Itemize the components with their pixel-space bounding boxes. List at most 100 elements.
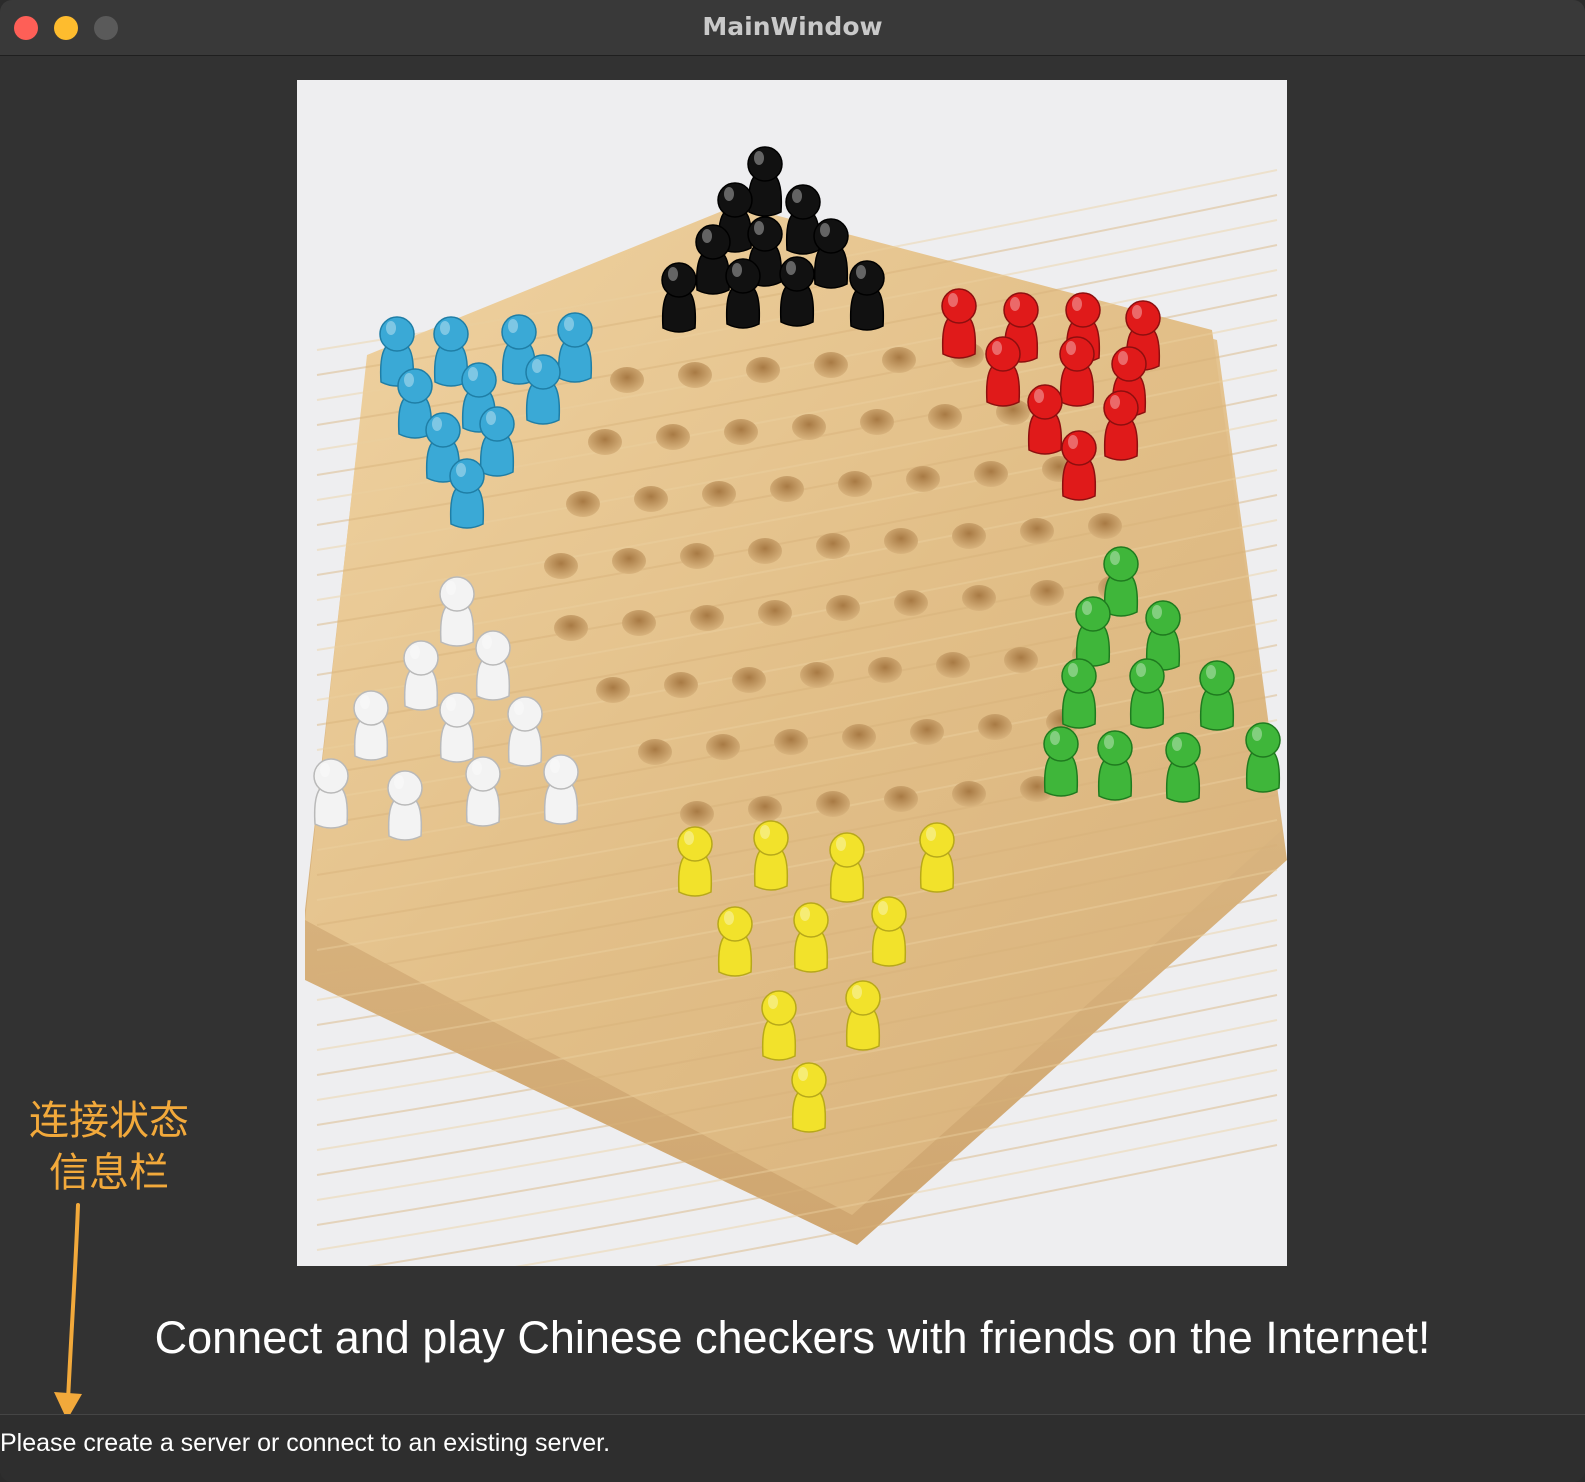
peg [507,696,543,767]
peg [849,260,885,331]
checkers-board-illustration [297,80,1287,1266]
peg [439,576,475,647]
peg [793,902,829,973]
peg [479,406,515,477]
peg [785,184,821,255]
peg [1075,596,1111,667]
peg [1129,658,1165,729]
board-hole [1004,647,1038,673]
status-message: Please create a server or connect to an … [0,1429,611,1457]
board-hole [906,466,940,492]
peg [403,640,439,711]
peg [725,258,761,329]
board-hole [936,652,970,678]
board-hole [680,801,714,827]
peg [779,256,815,327]
board-hole [894,590,928,616]
peg [941,288,977,359]
board-hole [1030,580,1064,606]
board-hole [816,533,850,559]
peg [717,906,753,977]
peg [791,1062,827,1133]
peg [985,336,1021,407]
board-hole [554,615,588,641]
annotation-line-2: 信息栏 [49,1150,169,1196]
board-hole [816,791,850,817]
peg [1059,336,1095,407]
status-bar: Please create a server or connect to an … [0,1414,1585,1482]
peg [387,770,423,841]
board-hole [814,352,848,378]
peg [761,990,797,1061]
peg [747,146,783,217]
peg [1245,722,1281,793]
board-hole [978,714,1012,740]
board-hole [860,409,894,435]
peg [439,692,475,763]
board-hole [758,600,792,626]
title-bar: MainWindow [0,0,1585,56]
board-hole [656,424,690,450]
board-hole [770,476,804,502]
board-hole [838,471,872,497]
window-title: MainWindow [702,12,883,41]
peg [829,832,865,903]
board-hole [748,796,782,822]
peg [1061,658,1097,729]
board-hole [706,734,740,760]
board-hole [588,429,622,455]
peg [557,312,593,383]
board-hole [826,595,860,621]
board-hole [724,419,758,445]
board-hole [634,486,668,512]
peg [1043,726,1079,797]
peg [1061,430,1097,501]
peg [871,896,907,967]
board-hole [882,347,916,373]
board-hole [868,657,902,683]
board-hole [746,357,780,383]
board-hole [884,528,918,554]
board-hole [952,523,986,549]
board-hole [638,739,672,765]
board-image [297,80,1287,1266]
board-hole [748,538,782,564]
peg [449,458,485,529]
board-hole [884,786,918,812]
peg [661,262,697,333]
board-hole [910,719,944,745]
board-hole [702,481,736,507]
peg [525,354,561,425]
board-hole [792,414,826,440]
board-hole [974,461,1008,487]
peg [753,820,789,891]
board-hole [680,543,714,569]
board-hole [612,548,646,574]
board-hole [544,553,578,579]
peg [1165,732,1201,803]
board-hole [610,367,644,393]
peg [695,224,731,295]
peg [1199,660,1235,731]
board-hole [690,605,724,631]
board-hole [596,677,630,703]
board-hole [952,781,986,807]
peg [465,756,501,827]
annotation-label: 连接状态 信息栏 [14,1095,204,1199]
board-hole [622,610,656,636]
board-hole [774,729,808,755]
board-hole [732,667,766,693]
peg [353,690,389,761]
board-hole [842,724,876,750]
board-hole [962,585,996,611]
peg [1097,730,1133,801]
peg [543,754,579,825]
peg [1027,384,1063,455]
board-hole [566,491,600,517]
main-window: MainWindow Connect and play Chinese chec… [0,0,1585,1482]
board-hole [1020,518,1054,544]
annotation-line-1: 连接状态 [29,1098,189,1144]
board-hole [678,362,712,388]
peg [1103,390,1139,461]
board-hole [1088,513,1122,539]
